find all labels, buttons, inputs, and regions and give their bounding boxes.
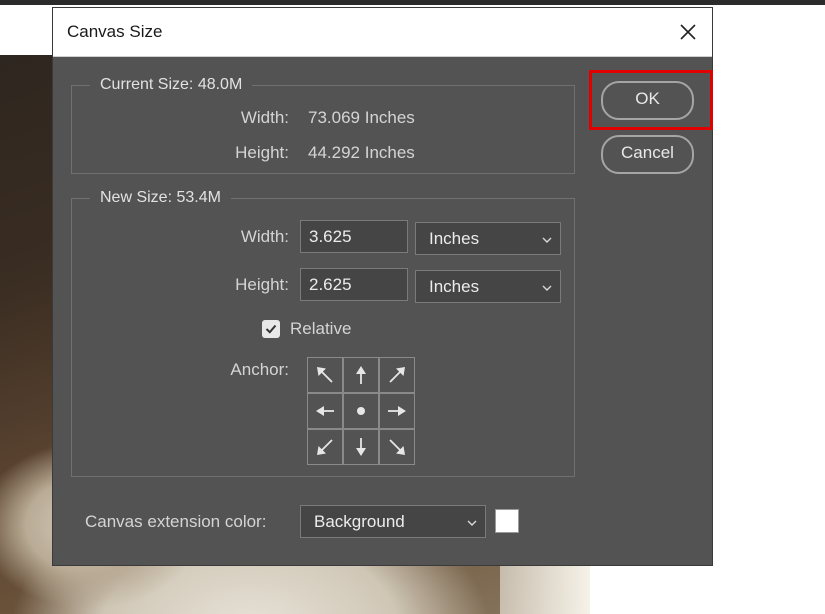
anchor-label: Anchor: — [230, 360, 289, 379]
chevron-down-icon — [542, 285, 552, 291]
new-height-input[interactable]: 2.625 — [300, 268, 408, 301]
current-width-value: 73.069 Inches — [308, 108, 415, 127]
new-width-label: Width: — [240, 227, 289, 246]
host-app-topbar — [0, 0, 825, 5]
cancel-button[interactable]: Cancel — [601, 135, 694, 174]
checkmark-icon — [265, 324, 277, 334]
close-icon — [680, 24, 696, 40]
anchor-top-right[interactable] — [379, 357, 415, 393]
arrow-down-left-icon — [317, 439, 333, 455]
extension-color-value: Background — [314, 512, 405, 531]
arrow-down-right-icon — [389, 439, 405, 455]
current-width-label: Width: — [240, 108, 289, 127]
arrow-right-icon — [388, 406, 406, 416]
chevron-down-icon — [542, 237, 552, 243]
width-unit-select[interactable]: Inches — [415, 222, 561, 255]
arrow-down-icon — [356, 438, 366, 456]
anchor-right[interactable] — [379, 393, 415, 429]
close-button[interactable] — [672, 16, 704, 48]
current-size-legend: Current Size: 48.0M — [90, 75, 253, 95]
anchor-center[interactable] — [343, 393, 379, 429]
ok-button[interactable]: OK — [601, 81, 694, 120]
anchor-top[interactable] — [343, 357, 379, 393]
extension-color-select[interactable]: Background — [300, 505, 486, 538]
arrow-up-right-icon — [389, 367, 405, 383]
extension-color-label: Canvas extension color: — [85, 512, 267, 531]
dot-icon — [357, 407, 365, 415]
width-unit-value: Inches — [429, 229, 480, 248]
anchor-top-left[interactable] — [307, 357, 343, 393]
new-width-input[interactable]: 3.625 — [300, 220, 408, 253]
relative-label: Relative — [290, 319, 352, 338]
current-height-value: 44.292 Inches — [308, 143, 415, 162]
chevron-down-icon — [467, 520, 477, 526]
arrow-up-icon — [356, 366, 366, 384]
anchor-bottom-left[interactable] — [307, 429, 343, 465]
height-unit-select[interactable]: Inches — [415, 270, 561, 303]
anchor-bottom-right[interactable] — [379, 429, 415, 465]
current-height-label: Height: — [235, 143, 289, 162]
new-height-label: Height: — [235, 275, 289, 294]
anchor-left[interactable] — [307, 393, 343, 429]
dialog-titlebar: Canvas Size — [53, 8, 712, 57]
relative-checkbox[interactable] — [262, 320, 280, 338]
dialog-title: Canvas Size — [67, 22, 163, 41]
canvas-size-dialog: Canvas Size Current Size: 48.0M Width: 7… — [52, 7, 713, 566]
anchor-bottom[interactable] — [343, 429, 379, 465]
height-unit-value: Inches — [429, 277, 480, 296]
anchor-grid — [307, 357, 415, 465]
new-size-legend: New Size: 53.4M — [90, 188, 231, 208]
extension-color-swatch[interactable] — [495, 509, 519, 533]
arrow-up-left-icon — [317, 367, 333, 383]
arrow-left-icon — [316, 406, 334, 416]
